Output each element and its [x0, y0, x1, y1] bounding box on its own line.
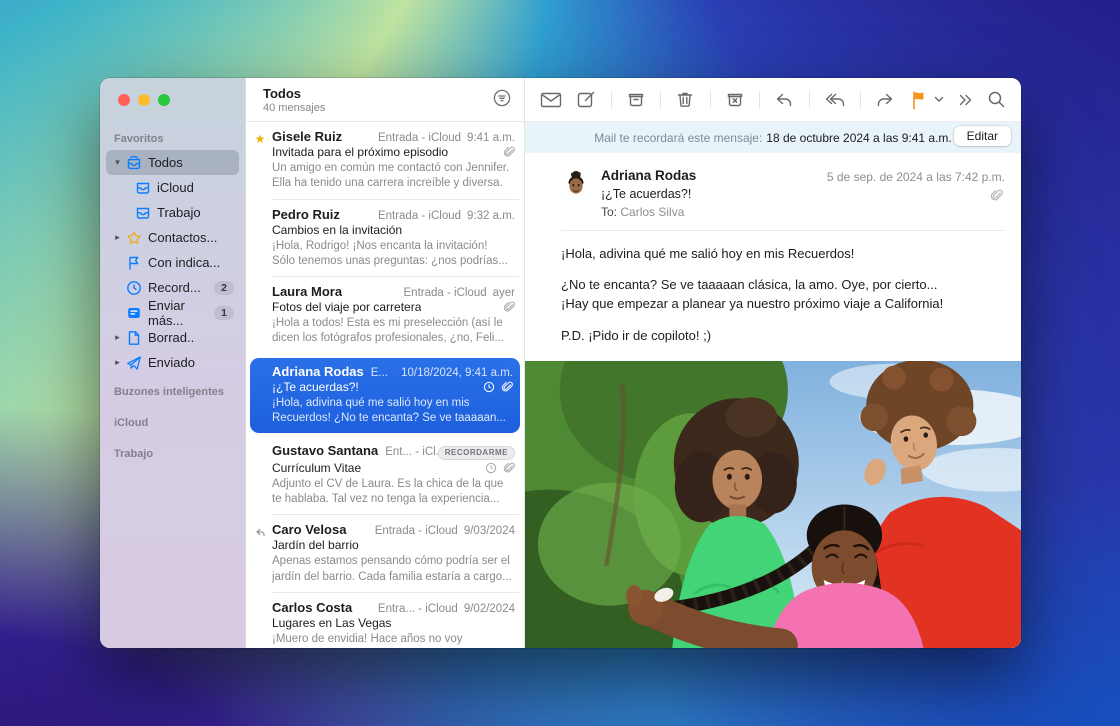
recordarme-badge: RECORDARME: [438, 446, 515, 460]
sidebar-item-label: iCloud: [157, 180, 194, 195]
avatar[interactable]: [562, 170, 590, 198]
sidebar-section-buzones-inteligentes[interactable]: Buzones inteligentes: [106, 375, 239, 403]
sidebar-item-label: Record...: [148, 280, 201, 295]
reminder-clock-icon: [483, 381, 495, 393]
sidebar-item-label: Borrad..: [148, 330, 194, 345]
reading-pane: Mail te recordará este mensaje: 18 de oc…: [525, 78, 1021, 648]
mail-window: Favoritos ▾ Todos iCloud Trabajo: [100, 78, 1021, 648]
paperclip-icon: [503, 146, 515, 158]
photo-attachment[interactable]: [525, 361, 1021, 648]
sidebar-item-trabajo[interactable]: Trabajo: [106, 200, 239, 225]
list-item[interactable]: Pedro Ruiz Entrada - iCloud 9:32 a.m. Ca…: [246, 200, 524, 278]
reminder-text: Mail te recordará este mensaje:: [594, 131, 762, 145]
flag-button[interactable]: [910, 90, 928, 110]
toolbar-divider: [759, 91, 760, 108]
sidebar-section-trabajo[interactable]: Trabajo: [106, 434, 239, 465]
toolbar-divider: [710, 91, 711, 108]
sidebar: Favoritos ▾ Todos iCloud Trabajo: [100, 78, 245, 648]
compose-button[interactable]: [576, 90, 596, 110]
get-mail-button[interactable]: [540, 91, 562, 109]
recipient-line: To: Carlos Silva: [601, 205, 1005, 219]
star-flag-icon: ★: [252, 132, 268, 146]
flag-icon: [124, 255, 143, 271]
replied-arrow-icon: [252, 525, 268, 543]
sidebar-item-label: Con indica...: [148, 255, 220, 270]
inbox-icon: [133, 205, 152, 221]
unread-count-badge: 1: [214, 306, 234, 320]
list-item[interactable]: Gustavo Santana Ent... - iCl... RECORDAR…: [246, 436, 524, 515]
more-toolbar-items-button[interactable]: [958, 93, 973, 107]
sidebar-item-contactos[interactable]: ▸ Contactos...: [106, 225, 239, 250]
list-item[interactable]: ★ Gisele Ruiz Entrada - iCloud 9:41 a.m.…: [246, 122, 524, 200]
message-subject: ¡¿Te acuerdas?!: [601, 187, 1005, 201]
trash-button[interactable]: [675, 90, 695, 110]
sidebar-item-label: Contactos...: [148, 230, 217, 245]
sidebar-item-label: Enviar más...: [148, 298, 214, 328]
reminder-datetime: 18 de octubre 2024 a las 9:41 a.m.: [766, 131, 951, 145]
message-list: ★ Gisele Ruiz Entrada - iCloud 9:41 a.m.…: [246, 122, 524, 648]
sidebar-item-label: Enviado: [148, 355, 195, 370]
reminder-banner: Mail te recordará este mensaje: 18 de oc…: [525, 122, 1021, 153]
inbox-icon: [133, 180, 152, 196]
unread-count-badge: 2: [214, 281, 234, 295]
list-item[interactable]: Carlos Costa Entra... - iCloud 9/02/2024…: [246, 593, 524, 648]
sidebar-item-icloud[interactable]: iCloud: [106, 175, 239, 200]
paperclip-icon: [503, 301, 515, 313]
mailbox-title: Todos: [263, 86, 325, 102]
message-body: ¡Hola, adivina qué me salió hoy en mis R…: [525, 231, 1021, 361]
message-date: 5 de sep. de 2024 a las 7:42 p.m.: [827, 170, 1005, 184]
toolbar: [525, 78, 1021, 122]
send-later-icon: [124, 305, 143, 321]
star-icon: [124, 230, 143, 246]
edit-reminder-button[interactable]: Editar: [954, 126, 1011, 146]
toolbar-divider: [809, 91, 810, 108]
forward-button[interactable]: [875, 90, 895, 110]
list-item[interactable]: Laura Mora Entrada - iCloud ayer Fotos d…: [246, 277, 524, 355]
sidebar-item-enviar-mas-tarde[interactable]: Enviar más... 1: [106, 300, 239, 325]
reply-all-button[interactable]: [824, 90, 846, 110]
draft-icon: [124, 330, 143, 346]
paperclip-icon: [501, 381, 513, 393]
sidebar-section-favoritos: Favoritos: [106, 122, 239, 150]
toolbar-divider: [660, 91, 661, 108]
zoom-window-button[interactable]: [158, 94, 170, 106]
recipient-name[interactable]: Carlos Silva: [620, 205, 684, 219]
chevron-right-icon[interactable]: ▸: [111, 357, 124, 368]
reply-button[interactable]: [774, 90, 794, 110]
sidebar-section-icloud[interactable]: iCloud: [106, 403, 239, 434]
message-list-header: Todos 40 mensajes: [246, 78, 524, 122]
sidebar-item-borradores[interactable]: ▸ Borrad..: [106, 325, 239, 350]
toolbar-divider: [611, 91, 612, 108]
chevron-right-icon[interactable]: ▸: [111, 232, 124, 243]
minimize-window-button[interactable]: [138, 94, 150, 106]
all-inboxes-icon: [124, 155, 143, 171]
chevron-down-icon[interactable]: ▾: [111, 157, 124, 168]
list-item-selected[interactable]: Adriana Rodas E... 10/18/2024, 9:41 a.m.…: [250, 358, 520, 434]
attachment-paperclip-icon[interactable]: [990, 189, 1003, 207]
sidebar-item-label: Todos: [148, 155, 183, 170]
message-list-pane: Todos 40 mensajes ★ Gisele Ruiz Entrada …: [245, 78, 525, 648]
sidebar-item-con-indicador[interactable]: Con indica...: [106, 250, 239, 275]
clock-icon: [124, 280, 143, 296]
reminder-clock-icon: [485, 462, 497, 474]
message-count: 40 mensajes: [263, 102, 325, 116]
flag-chevron-down-icon[interactable]: [934, 96, 944, 103]
list-item[interactable]: Caro Velosa Entrada - iCloud 9/03/2024 J…: [246, 515, 524, 593]
window-controls: [100, 78, 245, 120]
close-window-button[interactable]: [118, 94, 130, 106]
message-header: Adriana Rodas ¡¿Te acuerdas?! To: Carlos…: [525, 153, 1021, 231]
sidebar-item-recordatorios[interactable]: Record... 2: [106, 275, 239, 300]
sidebar-item-enviado[interactable]: ▸ Enviado: [106, 350, 239, 375]
search-button[interactable]: [987, 90, 1006, 109]
junk-button[interactable]: [725, 90, 745, 110]
sidebar-item-label: Trabajo: [157, 205, 201, 220]
toolbar-divider: [860, 91, 861, 108]
chevron-right-icon[interactable]: ▸: [111, 332, 124, 343]
sidebar-item-todos[interactable]: ▾ Todos: [106, 150, 239, 175]
archive-button[interactable]: [626, 90, 646, 110]
paperclip-icon: [503, 462, 515, 474]
filter-button[interactable]: [492, 86, 512, 121]
paper-plane-icon: [124, 355, 143, 371]
